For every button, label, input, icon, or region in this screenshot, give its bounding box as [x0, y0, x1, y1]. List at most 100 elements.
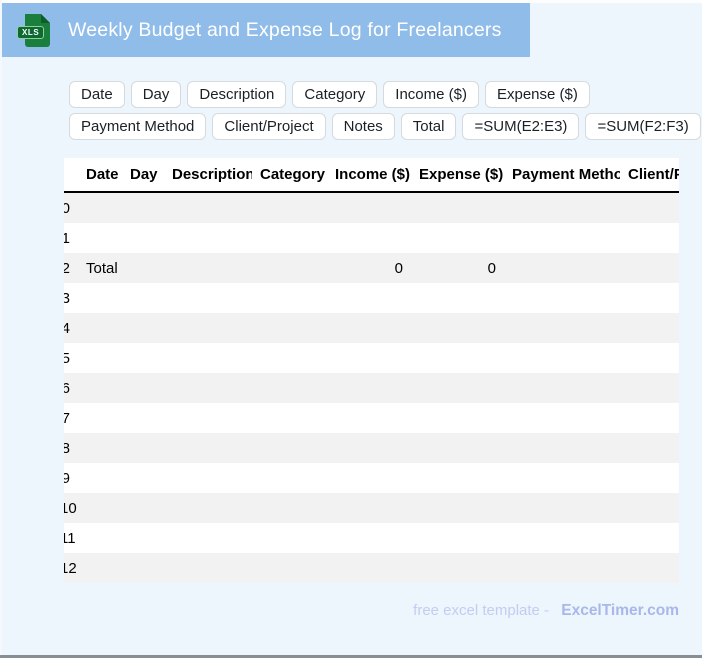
table-cell — [252, 433, 327, 463]
table-cell — [122, 523, 164, 553]
row-index-cell: 8 — [64, 439, 70, 457]
row-index-cell: 0 — [64, 192, 78, 223]
table-cell — [504, 223, 620, 253]
table-cell — [504, 403, 620, 433]
table-cell — [78, 373, 122, 403]
chip-day[interactable]: Day — [130, 81, 182, 108]
chip-sum-e2-e3[interactable]: =SUM(E2:E3) — [462, 113, 580, 140]
table-cell — [504, 373, 620, 403]
table-cell — [122, 403, 164, 433]
row-index-cell: 7 — [64, 409, 70, 427]
table-row: 1 — [64, 223, 679, 253]
table-cell — [78, 553, 122, 583]
table-cell — [327, 403, 411, 433]
footer-brand-link[interactable]: ExcelTimer.com — [561, 602, 679, 619]
table-cell — [164, 463, 252, 493]
table-cell — [504, 253, 620, 283]
table-cell — [252, 523, 327, 553]
column-header: Client/Project — [620, 158, 679, 193]
table-cell — [78, 192, 122, 223]
table-row: 11 — [64, 523, 679, 553]
row-index-cell: 5 — [64, 349, 70, 367]
field-chip-list: Date Day Description Category Income ($) Expe… — [69, 81, 701, 140]
chip-total[interactable]: Total — [400, 113, 457, 140]
table-cell — [164, 253, 252, 283]
table-cell — [504, 313, 620, 343]
table-cell — [620, 192, 679, 223]
table-cell — [327, 343, 411, 373]
table-cell — [411, 553, 504, 583]
column-header: Description — [164, 158, 252, 193]
table-cell — [620, 313, 679, 343]
table-cell — [164, 223, 252, 253]
column-header: Income ($) — [327, 158, 411, 193]
table-cell — [411, 373, 504, 403]
footer-text: free excel template - — [413, 602, 550, 619]
table-cell — [122, 253, 164, 283]
table-cell — [78, 283, 122, 313]
page-title: Weekly Budget and Expense Log for Freela… — [68, 18, 502, 41]
table-row: 7 — [64, 403, 679, 433]
table-cell — [620, 283, 679, 313]
chip-date[interactable]: Date — [69, 81, 125, 108]
table-cell — [411, 283, 504, 313]
table-cell — [620, 433, 679, 463]
row-index-cell: 6 — [64, 379, 70, 397]
table-cell — [164, 192, 252, 223]
xls-file-icon: XLS — [17, 11, 52, 49]
chip-description[interactable]: Description — [187, 81, 287, 108]
table-cell — [122, 343, 164, 373]
table-cell — [411, 463, 504, 493]
table-cell — [327, 373, 411, 403]
table-cell — [78, 463, 122, 493]
table-cell — [78, 493, 122, 523]
table-row: 8 — [64, 433, 679, 463]
chip-client-project[interactable]: Client/Project — [212, 113, 326, 140]
chip-notes[interactable]: Notes — [331, 113, 395, 140]
table-cell — [411, 313, 504, 343]
column-header: Payment Method — [504, 158, 620, 193]
header-banner: XLS Weekly Budget and Expense Log for Fr… — [2, 3, 530, 57]
table-cell — [620, 403, 679, 433]
table-cell — [504, 283, 620, 313]
table-cell — [252, 403, 327, 433]
table-cell — [164, 283, 252, 313]
table-cell — [78, 343, 122, 373]
table-cell — [411, 403, 504, 433]
xls-badge: XLS — [17, 26, 45, 39]
table-cell — [164, 373, 252, 403]
table-row: 3 — [64, 283, 679, 313]
chip-payment-method[interactable]: Payment Method — [69, 113, 207, 140]
table-cell — [327, 223, 411, 253]
table-cell — [78, 433, 122, 463]
table-cell — [327, 433, 411, 463]
chip-category[interactable]: Category — [292, 81, 378, 108]
chip-sum-f2-f3[interactable]: =SUM(F2:F3) — [585, 113, 701, 140]
table-cell: 0 — [394, 259, 403, 277]
column-header: Expense ($) — [411, 158, 504, 193]
table-cell: 0 — [487, 259, 496, 277]
table-cell — [78, 523, 122, 553]
chip-income[interactable]: Income ($) — [383, 81, 479, 108]
row-index-cell: 12 — [64, 559, 77, 577]
spreadsheet-table: Date Day Description Category Income ($) Expe… — [64, 158, 679, 583]
table-row: 6 — [64, 373, 679, 403]
row-index-cell: 4 — [64, 319, 70, 337]
table-cell — [252, 553, 327, 583]
chip-expense[interactable]: Expense ($) — [484, 81, 590, 108]
table-cell — [504, 192, 620, 223]
column-header: Date — [78, 158, 122, 193]
table-cell — [327, 313, 411, 343]
table-cell — [411, 493, 504, 523]
table-cell — [252, 253, 327, 283]
table-cell — [411, 192, 504, 223]
table-cell — [620, 463, 679, 493]
table-cell — [164, 493, 252, 523]
row-index-cell: 2 — [64, 259, 70, 277]
table-cell — [327, 523, 411, 553]
table-row: 5 — [64, 343, 679, 373]
table-cell — [327, 493, 411, 523]
table-row: 12 — [64, 553, 679, 583]
table-cell — [78, 403, 122, 433]
table-cell — [164, 343, 252, 373]
